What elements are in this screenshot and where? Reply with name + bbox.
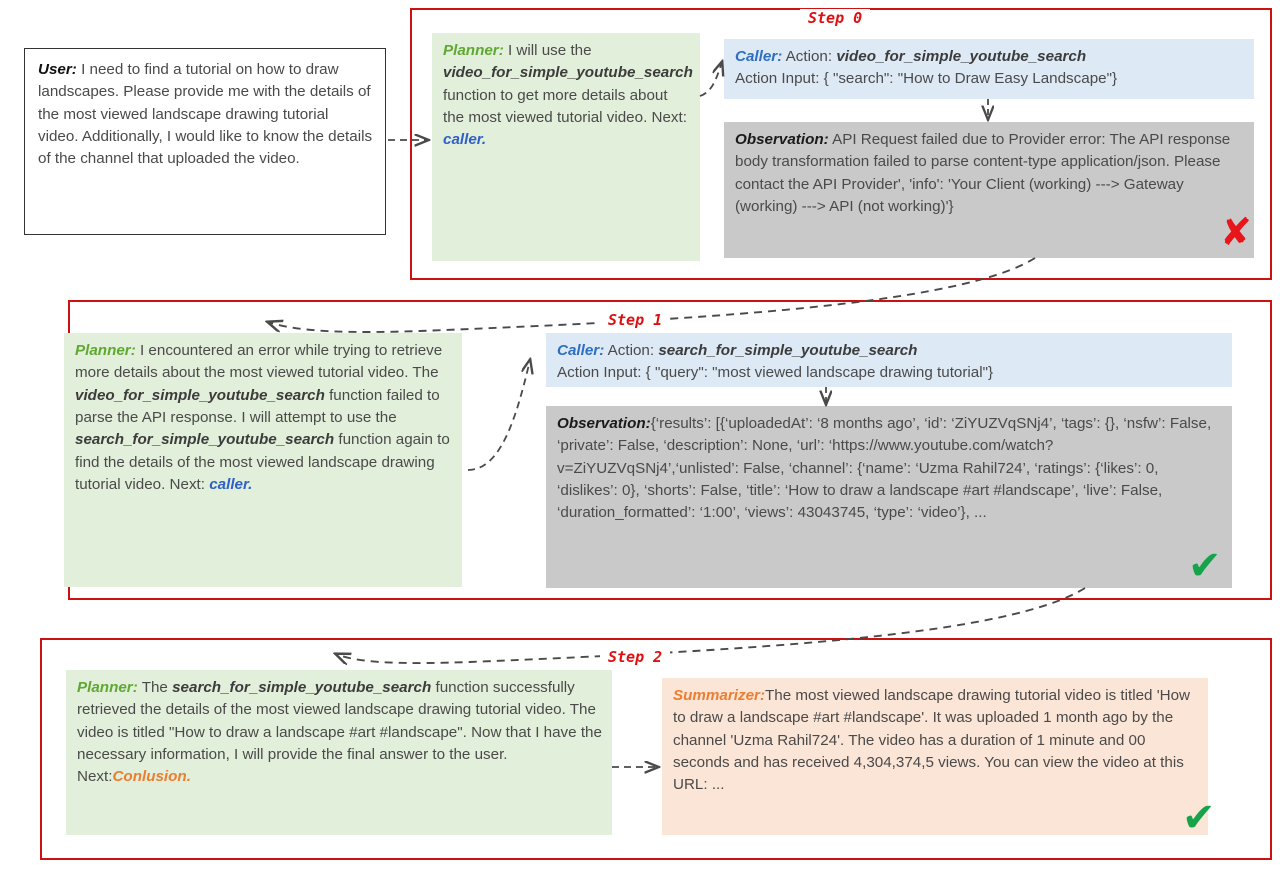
planner-label: Planner: bbox=[77, 679, 138, 696]
step-0-observation-box: Observation: API Request failed due to P… bbox=[724, 122, 1254, 258]
caller-action-name: video_for_simple_youtube_search bbox=[836, 48, 1087, 65]
success-check-icon: ✔ bbox=[1182, 795, 1216, 841]
planner-function-name: search_for_simple_youtube_search bbox=[172, 679, 432, 696]
step-0-label: Step 0 bbox=[800, 9, 871, 27]
caller-action-input: Action Input: { "search": "How to Draw E… bbox=[735, 70, 1118, 88]
step-0-caller-box: Caller: Action: video_for_simple_youtube… bbox=[724, 39, 1254, 99]
step-1-planner-box: Planner: I encountered an error while tr… bbox=[64, 333, 462, 587]
planner-label: Planner: bbox=[443, 42, 504, 59]
caller-action-prefix: Action: bbox=[782, 48, 837, 65]
planner-text-1: The bbox=[137, 679, 173, 696]
caller-action-prefix: Action: bbox=[604, 342, 659, 359]
caller-label: Caller: bbox=[735, 48, 783, 65]
planner-function-name: video_for_simple_youtube_search bbox=[75, 386, 325, 404]
planner-next-agent: caller. bbox=[443, 131, 487, 149]
observation-label: Observation: bbox=[557, 415, 651, 432]
step-1-observation-box: Observation:{‘results’: [{‘uploadedAt’: … bbox=[546, 406, 1232, 588]
success-check-icon: ✔ bbox=[1188, 543, 1222, 589]
observation-text: {‘results’: [{‘uploadedAt’: ‘8 months ag… bbox=[557, 415, 1212, 522]
planner-function-name: video_for_simple_youtube_search bbox=[443, 64, 693, 82]
planner-label: Planner: bbox=[75, 342, 136, 359]
user-message-box: User: I need to find a tutorial on how t… bbox=[24, 48, 386, 235]
step-2-summarizer-box: Summarizer:The most viewed landscape dra… bbox=[662, 678, 1208, 835]
diagram-canvas: User: I need to find a tutorial on how t… bbox=[0, 0, 1280, 869]
summarizer-label: Summarizer: bbox=[673, 687, 766, 704]
planner-text-1: I will use the bbox=[503, 42, 592, 59]
step-2-label: Step 2 bbox=[600, 648, 671, 666]
observation-label: Observation: bbox=[735, 131, 829, 148]
caller-action-name: search_for_simple_youtube_search bbox=[658, 342, 918, 359]
user-text: I need to find a tutorial on how to draw… bbox=[38, 61, 373, 168]
failure-cross-icon: ✘ bbox=[1220, 210, 1252, 254]
step-1-caller-box: Caller: Action: search_for_simple_youtub… bbox=[546, 333, 1232, 387]
step-0-planner-box: Planner: I will use the video_for_simple… bbox=[432, 33, 700, 261]
step-1-label: Step 1 bbox=[600, 311, 671, 329]
step-2-planner-box: Planner: The search_for_simple_youtube_s… bbox=[66, 670, 612, 835]
planner-function-name-2: search_for_simple_youtube_search bbox=[75, 431, 335, 449]
planner-text-2: function to get more details about the m… bbox=[443, 86, 687, 127]
user-label: User: bbox=[38, 61, 77, 78]
caller-action-input: Action Input: { "query": "most viewed la… bbox=[557, 364, 994, 382]
planner-next-agent: caller. bbox=[209, 476, 253, 494]
caller-label: Caller: bbox=[557, 342, 605, 359]
planner-next-agent: Conlusion. bbox=[112, 768, 191, 786]
